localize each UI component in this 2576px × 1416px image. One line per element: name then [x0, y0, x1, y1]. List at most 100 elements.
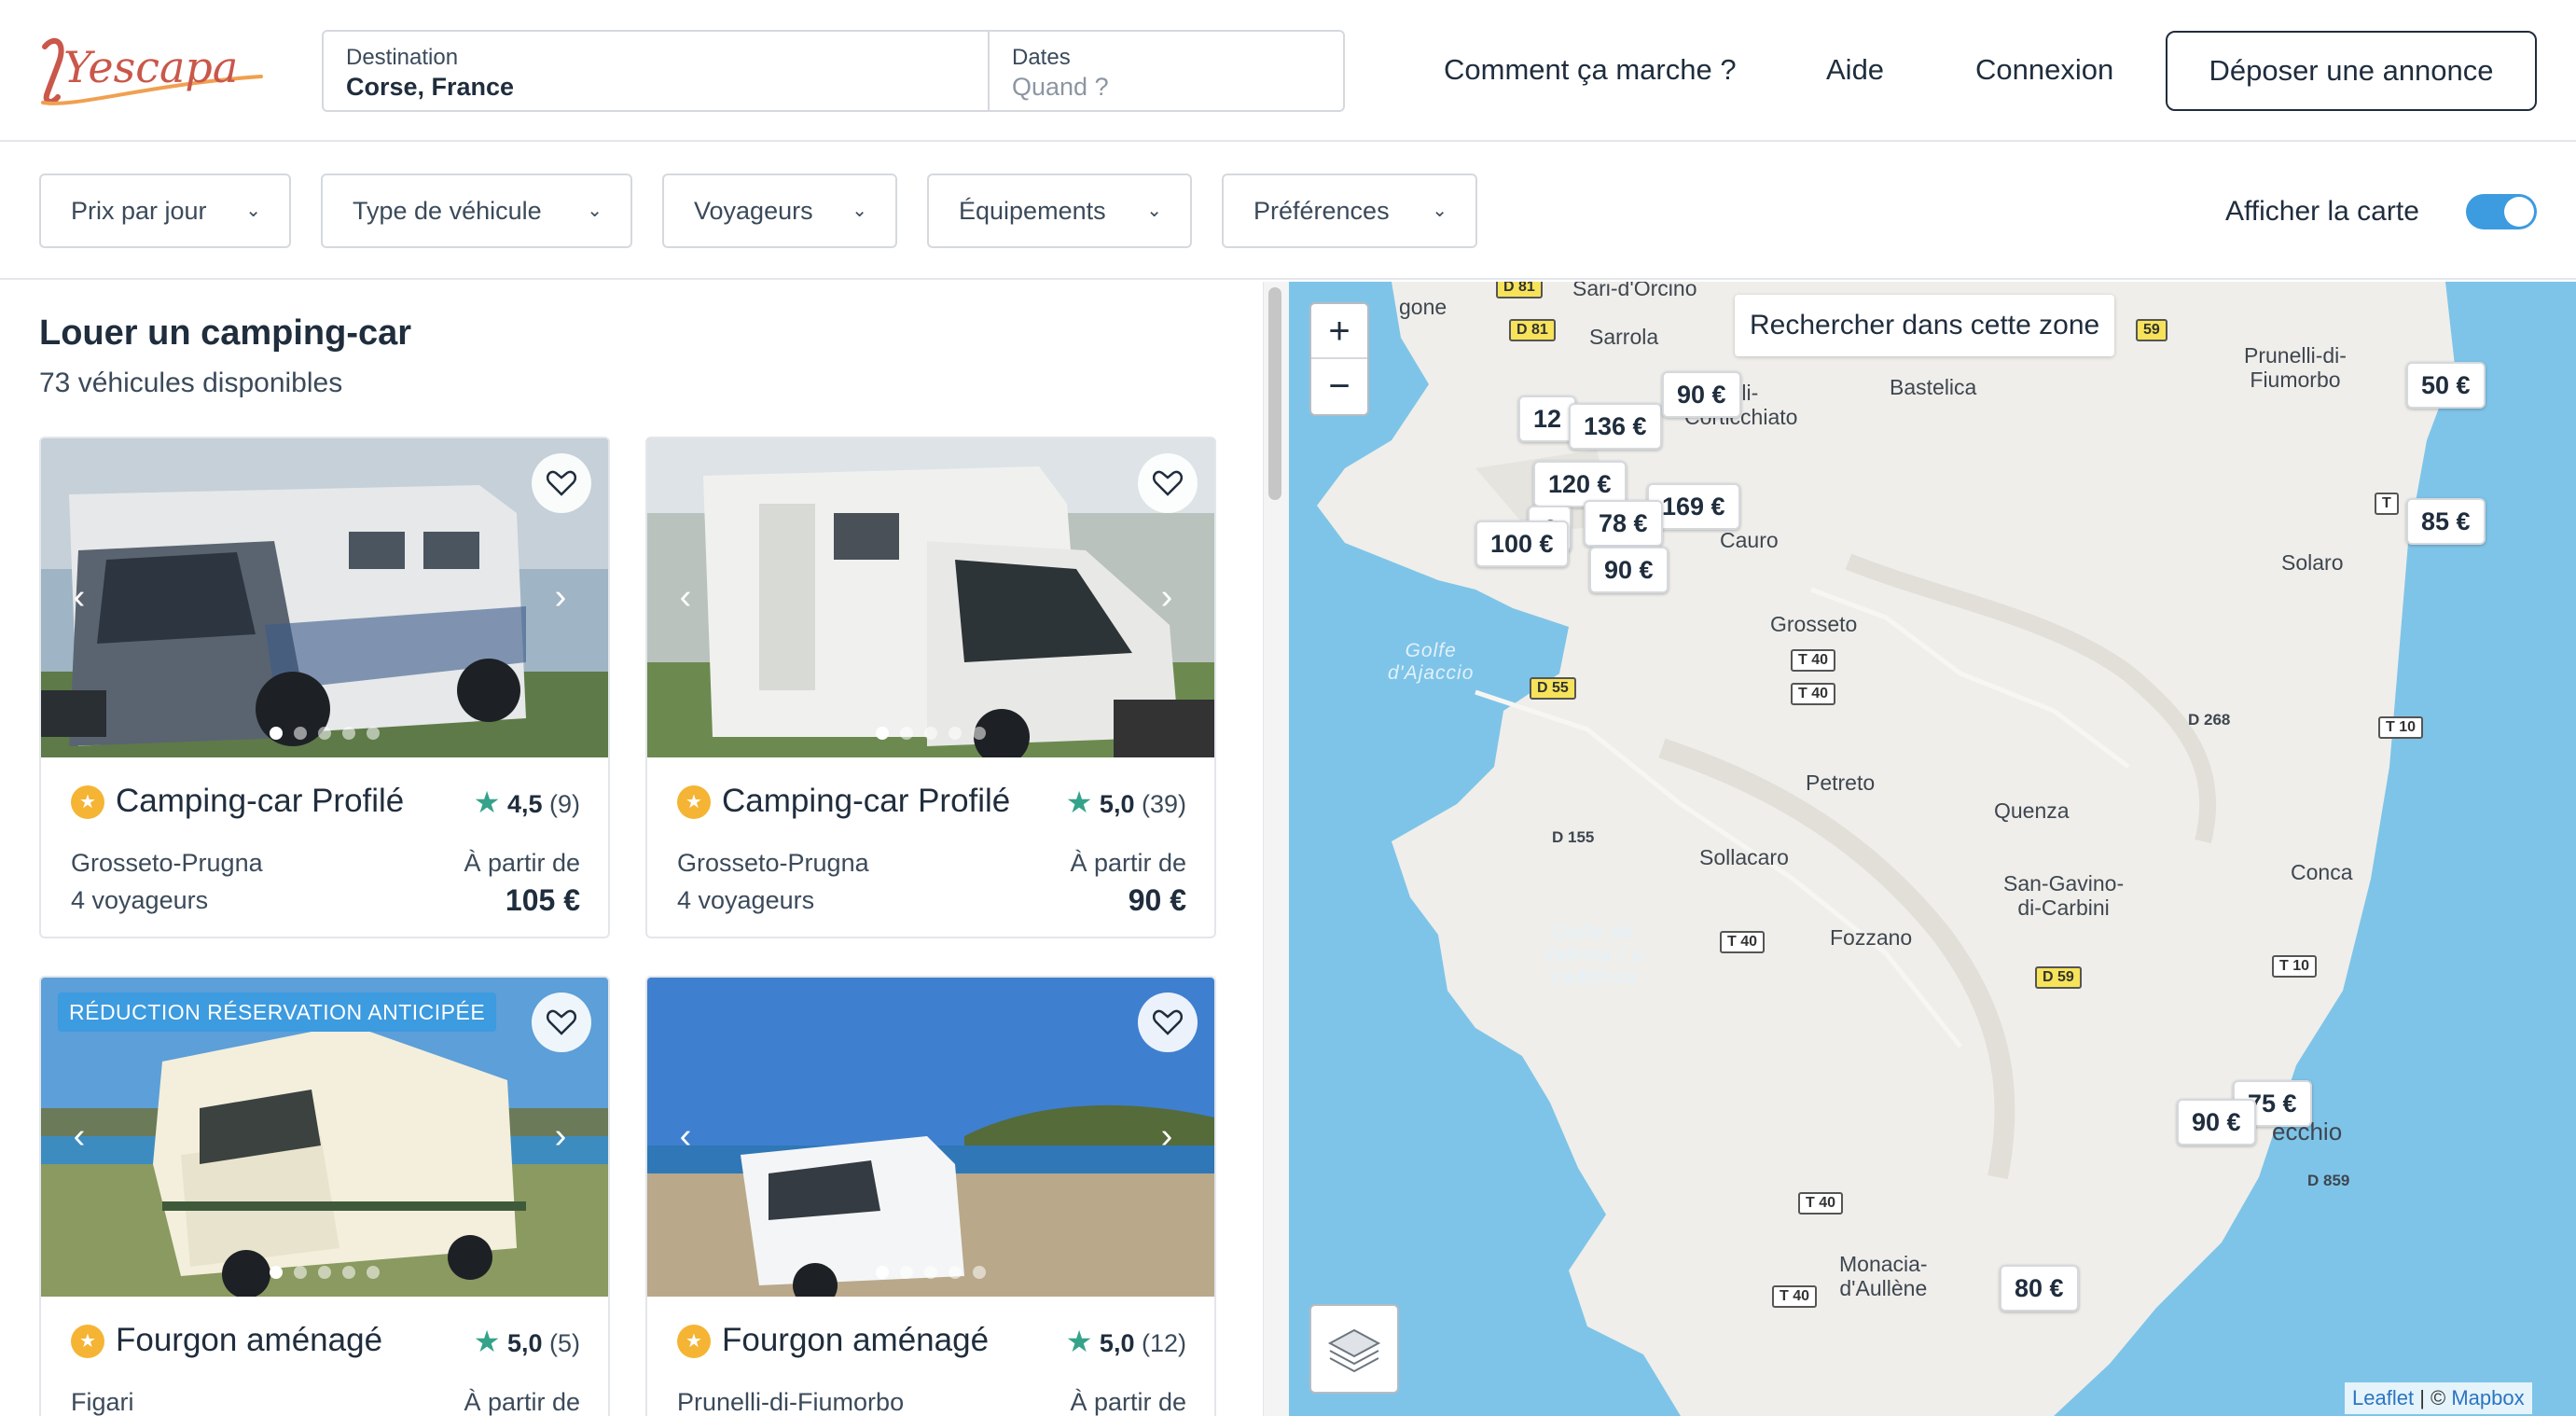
vehicle-photo[interactable]: ‹ › — [41, 438, 608, 757]
carousel-next-icon[interactable]: › — [1153, 578, 1181, 616]
map-attribution: Leaflet | © Mapbox — [2345, 1382, 2532, 1414]
rating-count: (39) — [1141, 790, 1186, 818]
card-rating: ★ 5,0 (12) — [1066, 1325, 1186, 1360]
map-place-label: Solaro — [2281, 550, 2344, 575]
card-body: ★ Camping-car Profilé ★ 4,5 (9) Grosseto… — [41, 757, 608, 937]
card-location: Grosseto-Prugna — [71, 849, 263, 877]
vehicle-card[interactable]: ‹ › ★ Camping-car Profilé ★ 5,0 (39) Gro… — [645, 437, 1216, 938]
star-icon: ★ — [473, 1325, 501, 1358]
favorite-button[interactable] — [532, 993, 591, 1052]
destination-field[interactable]: Destination Corse, France — [324, 32, 990, 110]
price-pin[interactable]: 90 € — [1662, 371, 1741, 418]
page-title: Louer un camping-car — [39, 313, 412, 353]
vehicle-photo[interactable]: ‹ › — [647, 978, 1214, 1297]
map-place-label: Sollacaro — [1699, 845, 1789, 869]
road-shield: 59 — [2136, 319, 2167, 341]
superhost-star-icon: ★ — [677, 1325, 711, 1358]
nav-how-it-works[interactable]: Comment ça marche ? — [1444, 49, 1737, 91]
layers-icon — [1327, 1328, 1381, 1373]
road-shield: T 10 — [2272, 955, 2318, 978]
map-place-label: San-Gavino- di-Carbini — [2003, 871, 2125, 920]
star-icon: ★ — [1065, 785, 1093, 819]
top-header: Yescapa Destination Corse, France Dates … — [0, 0, 2576, 142]
leaflet-link[interactable]: Leaflet — [2352, 1386, 2414, 1409]
card-title[interactable]: Fourgon aménagé — [722, 1319, 989, 1362]
card-from-label: À partir de — [464, 849, 580, 877]
price-pin[interactable]: 50 € — [2406, 362, 2486, 409]
map-sea-label: Golfe de Valincu / u Vaddincu — [1543, 922, 1644, 988]
rating-count: (12) — [1141, 1329, 1186, 1357]
carousel-prev-icon[interactable]: ‹ — [672, 578, 699, 616]
card-travellers: 4 voyageurs — [677, 886, 815, 914]
filter-label: Préférences — [1253, 197, 1390, 225]
road-shield: D 59 — [2035, 966, 2082, 989]
carousel-prev-icon[interactable]: ‹ — [65, 1118, 93, 1155]
results-count: 73 véhicules disponibles — [39, 368, 343, 398]
vehicle-card[interactable]: RÉDUCTION RÉSERVATION ANTICIPÉE ‹ › ★ Fo… — [39, 976, 610, 1416]
carousel-next-icon[interactable]: › — [547, 578, 575, 616]
carousel-prev-icon[interactable]: ‹ — [672, 1118, 699, 1155]
destination-value[interactable]: Corse, France — [346, 71, 988, 103]
map-panel[interactable]: + − Rechercher dans cette zone Sari-d'Or… — [1289, 282, 2576, 1416]
card-title[interactable]: Camping-car Profilé — [116, 780, 404, 823]
map-place-label: Quenza — [1994, 798, 2070, 823]
favorite-button[interactable] — [1138, 453, 1198, 513]
favorite-button[interactable] — [532, 453, 591, 513]
star-icon: ★ — [1065, 1325, 1093, 1358]
price-pin[interactable]: 90 € — [1589, 547, 1669, 593]
filter-equipment[interactable]: Équipements ⌄ — [927, 174, 1192, 248]
map-sea-label: gone — [1399, 295, 1447, 319]
scrollbar-thumb[interactable] — [1268, 287, 1281, 500]
card-rating: ★ 5,0 (39) — [1066, 785, 1186, 821]
vehicle-photo[interactable]: ‹ › — [647, 438, 1214, 757]
search-bar: Destination Corse, France Dates Quand ? — [322, 30, 1345, 112]
road-shield: D 81 — [1496, 282, 1543, 298]
layers-button[interactable] — [1309, 1304, 1399, 1394]
dates-placeholder[interactable]: Quand ? — [1012, 71, 1344, 103]
nav-login[interactable]: Connexion — [1975, 49, 2113, 91]
map-toggle-switch[interactable] — [2466, 194, 2537, 229]
price-pin[interactable]: 85 € — [2406, 498, 2486, 545]
map-place-label: Cauro — [1720, 528, 1779, 552]
filter-preferences[interactable]: Préférences ⌄ — [1222, 174, 1477, 248]
card-from-label: À partir de — [464, 1388, 580, 1416]
map-terrain — [1317, 282, 2520, 1416]
road-shield: T — [2375, 493, 2399, 515]
price-pin[interactable]: 78 € — [1584, 500, 1663, 547]
zoom-out-button[interactable]: − — [1311, 359, 1367, 414]
card-from-label: À partir de — [1070, 849, 1186, 877]
card-rating: ★ 5,0 (5) — [474, 1325, 580, 1360]
filter-label: Équipements — [959, 197, 1106, 225]
search-in-area-button[interactable]: Rechercher dans cette zone — [1735, 295, 2115, 356]
vehicle-card[interactable]: ‹ › ★ Fourgon aménagé ★ 5,0 (12) Prunell… — [645, 976, 1216, 1416]
zoom-control: + − — [1309, 302, 1369, 416]
price-pin[interactable]: 80 € — [2000, 1265, 2079, 1312]
rating-score: 5,0 — [1099, 1329, 1135, 1357]
card-travellers: 4 voyageurs — [71, 886, 209, 914]
price-pin[interactable]: 12 — [1518, 396, 1577, 442]
road-label: D 859 — [2307, 1172, 2350, 1189]
zoom-in-button[interactable]: + — [1311, 304, 1367, 359]
vehicle-photo[interactable]: RÉDUCTION RÉSERVATION ANTICIPÉE ‹ › — [41, 978, 608, 1297]
map-place-label: Prunelli-di- Fiumorbo — [2244, 343, 2347, 392]
post-listing-button[interactable]: Déposer une annonce — [2166, 31, 2537, 111]
rating-count: (9) — [549, 790, 580, 818]
nav-help[interactable]: Aide — [1826, 49, 1884, 91]
card-title[interactable]: Fourgon aménagé — [116, 1319, 382, 1362]
price-pin[interactable]: 90 € — [2177, 1099, 2256, 1145]
price-pin[interactable]: 100 € — [1475, 521, 1569, 567]
yescapa-logo[interactable]: Yescapa — [37, 28, 270, 112]
filter-vehicle-type[interactable]: Type de véhicule ⌄ — [321, 174, 632, 248]
carousel-next-icon[interactable]: › — [1153, 1118, 1181, 1155]
vehicle-card[interactable]: ‹ › ★ Camping-car Profilé ★ 4,5 (9) Gros… — [39, 437, 610, 938]
carousel-prev-icon[interactable]: ‹ — [65, 578, 93, 616]
filter-price-per-day[interactable]: Prix par jour ⌄ — [39, 174, 291, 248]
favorite-button[interactable] — [1138, 993, 1198, 1052]
mapbox-link[interactable]: Mapbox — [2451, 1386, 2524, 1409]
card-title[interactable]: Camping-car Profilé — [722, 780, 1010, 823]
filter-travellers[interactable]: Voyageurs ⌄ — [662, 174, 897, 248]
price-pin[interactable]: 136 € — [1569, 403, 1662, 450]
dates-field[interactable]: Dates Quand ? — [990, 32, 1344, 110]
carousel-next-icon[interactable]: › — [547, 1118, 575, 1155]
road-label: D 268 — [2188, 711, 2231, 729]
